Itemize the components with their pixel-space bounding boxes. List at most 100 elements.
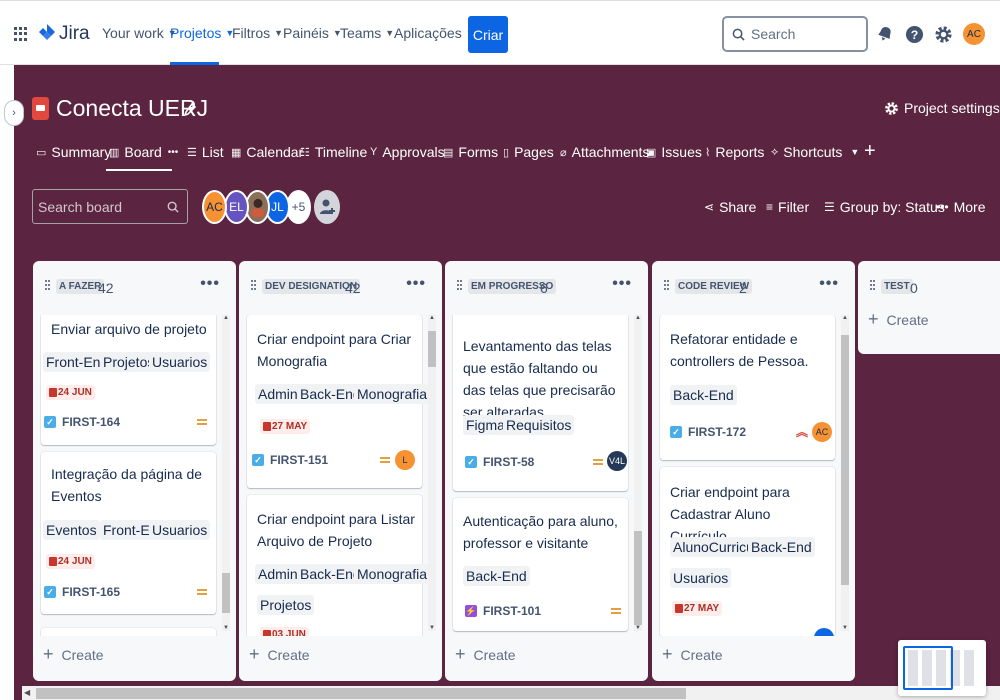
avatar-filter[interactable]: AC: [202, 190, 227, 224]
nav-projetos[interactable]: Projetos ▼: [170, 25, 234, 41]
tab-forms[interactable]: ▤ Forms: [443, 144, 498, 160]
create-button[interactable]: Criar: [468, 16, 508, 53]
nav-your-work[interactable]: Your work ▼: [102, 25, 177, 41]
scroll-up-arrow[interactable]: ▲: [223, 315, 229, 321]
column-scrollbar[interactable]: ▲ ▼: [841, 315, 849, 631]
add-people-button[interactable]: [314, 190, 340, 224]
issue-key[interactable]: ✓ FIRST-164: [44, 415, 120, 429]
column-scrollbar[interactable]: ▲ ▼: [222, 315, 230, 631]
notifications-icon[interactable]: [874, 23, 896, 45]
project-settings-button[interactable]: Project settings: [884, 100, 1000, 116]
scroll-up-arrow[interactable]: ▲: [635, 315, 641, 321]
help-icon[interactable]: ?: [903, 23, 925, 45]
issue-key[interactable]: ✓ FIRST-165: [44, 585, 120, 599]
scroll-up-arrow[interactable]: ▲: [429, 315, 435, 321]
issue-card[interactable]: Levantamento das telas que estão faltand…: [453, 315, 628, 491]
share-button[interactable]: ⋖ Share: [704, 199, 756, 215]
issue-card[interactable]: Enviar arquivo de projeto Front-End Proj…: [41, 315, 216, 445]
avatar-filter[interactable]: EL: [224, 190, 249, 224]
column-scrollbar[interactable]: ▲ ▼: [634, 315, 642, 631]
more-button[interactable]: ••• More: [936, 199, 986, 215]
drag-handle-icon[interactable]: [251, 280, 256, 290]
scroll-down-arrow[interactable]: ▼: [223, 625, 229, 631]
create-issue-button[interactable]: + Create: [249, 644, 310, 665]
assignee-avatar[interactable]: L: [395, 450, 415, 470]
scroll-thumb[interactable]: [428, 331, 436, 367]
drag-handle-icon[interactable]: [457, 280, 462, 290]
column-header[interactable]: CODE REVIEW 2 •••: [652, 261, 855, 311]
nav-aplicacoes[interactable]: Aplicações▼: [394, 25, 475, 41]
issue-key[interactable]: ⚡ FIRST-101: [465, 604, 541, 618]
issue-card[interactable]: [41, 628, 216, 636]
edit-icon[interactable]: [182, 100, 198, 116]
create-issue-button[interactable]: + Create: [455, 644, 516, 665]
assignee-avatar[interactable]: [814, 628, 834, 636]
assignee-avatar[interactable]: AC: [812, 422, 832, 442]
global-search-input[interactable]: Search: [722, 16, 868, 52]
create-issue-button[interactable]: + Create: [662, 644, 723, 665]
issue-card[interactable]: Criar endpoint para Cadastrar Aluno Curr…: [660, 467, 835, 636]
tab-summary[interactable]: ▭ Summary: [36, 144, 111, 160]
issue-key[interactable]: ✓ FIRST-151: [252, 453, 328, 467]
create-issue-button[interactable]: + Create: [43, 644, 104, 665]
tab-timeline[interactable]: ☷ Timeline: [300, 144, 367, 160]
logo-text: Jira: [59, 23, 90, 44]
column-more-icon[interactable]: •••: [406, 275, 426, 293]
add-tab-button[interactable]: +: [864, 140, 876, 163]
user-avatar[interactable]: AC: [963, 23, 985, 45]
app-switcher-icon[interactable]: [14, 27, 28, 41]
scroll-down-arrow[interactable]: ▼: [842, 625, 848, 631]
drag-handle-icon[interactable]: [870, 280, 875, 290]
more-icon[interactable]: •••: [168, 147, 179, 158]
assignee-avatar[interactable]: V4L: [607, 451, 627, 471]
scroll-up-arrow[interactable]: ▲: [842, 315, 848, 321]
minimap-viewport[interactable]: [903, 646, 953, 690]
issue-key[interactable]: ✓ FIRST-172: [670, 425, 746, 439]
horizontal-scroll-thumb[interactable]: [36, 688, 686, 699]
scroll-thumb[interactable]: [841, 335, 849, 585]
group-by-button[interactable]: ☰ Group by: Status: [824, 199, 945, 215]
tab-calendar[interactable]: ▦ Calendar: [231, 144, 303, 160]
scroll-down-arrow[interactable]: ▼: [429, 625, 435, 631]
tab-approvals[interactable]: Y Approvals: [370, 144, 445, 160]
column-header[interactable]: A FAZER 42 •••: [33, 261, 236, 311]
create-issue-button[interactable]: + Create: [868, 309, 929, 330]
issue-card[interactable]: Autenticação para aluno, professor e vis…: [453, 498, 628, 631]
tab-label: Timeline: [314, 144, 368, 160]
tab-attachments[interactable]: ⌀ Attachments: [560, 144, 649, 160]
board-minimap[interactable]: [898, 640, 986, 696]
column-scrollbar[interactable]: ▲ ▼: [428, 315, 436, 631]
drag-handle-icon[interactable]: [664, 280, 669, 290]
tab-issues[interactable]: ▣ Issues: [646, 144, 702, 160]
scroll-thumb[interactable]: [222, 573, 230, 613]
nav-filtros[interactable]: Filtros ▼: [232, 25, 283, 41]
tab-shortcuts[interactable]: ⟡ Shortcuts ▼: [771, 144, 859, 160]
scroll-thumb[interactable]: [634, 531, 642, 625]
nav-paineis[interactable]: Painéis ▼: [283, 25, 342, 41]
column-header[interactable]: DEV DESIGNATION 42 •••: [239, 261, 442, 311]
issue-key[interactable]: ✓ FIRST-58: [465, 455, 534, 469]
issue-card[interactable]: Criar endpoint para Criar Monografia Adm…: [247, 315, 431, 488]
column-more-icon[interactable]: •••: [612, 275, 632, 293]
filter-button[interactable]: ≡ Filter: [766, 199, 809, 215]
tab-pages[interactable]: ▯ Pages: [503, 144, 554, 160]
issue-card[interactable]: Criar endpoint para Listar Arquivo de Pr…: [247, 495, 431, 636]
jira-logo[interactable]: Jira: [38, 21, 90, 47]
drag-handle-icon[interactable]: [45, 280, 50, 290]
column-header[interactable]: EM PROGRESSO 6 •••: [445, 261, 648, 311]
settings-gear-icon[interactable]: [932, 23, 954, 45]
tab-board[interactable]: ▥ Board •••: [109, 144, 178, 160]
scroll-down-arrow[interactable]: ▼: [635, 625, 641, 631]
column-header[interactable]: TEST 0: [858, 261, 1000, 311]
tab-reports[interactable]: ⌇ Reports: [705, 144, 764, 160]
column-more-icon[interactable]: •••: [200, 275, 220, 293]
issue-card[interactable]: Refatorar entidade e controllers de Pess…: [660, 315, 835, 460]
scroll-left-arrow[interactable]: ◀: [24, 688, 30, 697]
column-more-icon[interactable]: •••: [819, 275, 839, 293]
expand-sidebar-button[interactable]: ›: [4, 100, 24, 126]
nav-teams[interactable]: Teams ▼: [340, 25, 394, 41]
horizontal-scrollbar[interactable]: ◀: [22, 686, 1000, 700]
tab-list[interactable]: ☰ List: [187, 144, 224, 160]
issue-card[interactable]: Integração da página de Eventos Eventos …: [41, 452, 216, 614]
search-board-input[interactable]: Search board: [32, 189, 188, 224]
